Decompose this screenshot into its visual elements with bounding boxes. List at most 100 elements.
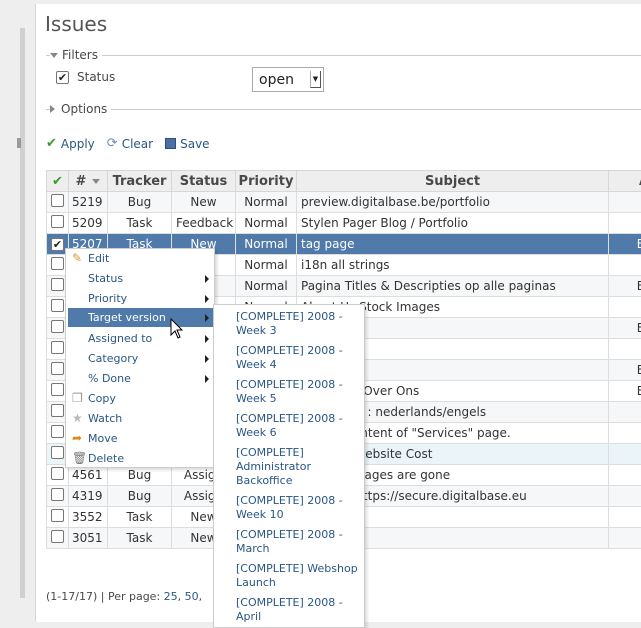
checkmark-icon: ✔ — [46, 136, 57, 151]
row-checkbox[interactable] — [46, 212, 69, 234]
table-row[interactable]: 5219 Bug New Normal preview.digitalbase.be/p… — [46, 191, 641, 213]
row-select-checkbox[interactable] — [51, 362, 64, 375]
column-header-status[interactable]: Status — [171, 170, 236, 192]
issue-id-link[interactable]: 5219 — [68, 191, 108, 213]
context-menu-category[interactable]: Category — [68, 349, 214, 368]
clear-link[interactable]: ⟳ Clear — [107, 136, 153, 151]
filter-status-row: ✔ Status — [56, 70, 115, 84]
row-select-checkbox[interactable] — [51, 488, 64, 501]
target-version-option[interactable]: [COMPLETE] 2008 - Week 10 — [236, 494, 362, 522]
row-checkbox[interactable] — [46, 485, 69, 507]
issue-subject-link[interactable]: Stylen Pager Blog / Portfolio — [296, 212, 609, 234]
table-header-row: ✔ # Tracker Status Priority Subject A — [46, 170, 641, 192]
row-checkbox[interactable] — [46, 527, 69, 549]
row-select-checkbox[interactable] — [51, 383, 64, 396]
issue-assignee: Bart — [608, 359, 641, 381]
context-menu-done-ratio-label: % Done — [88, 372, 131, 385]
submenu-arrow-icon — [205, 275, 209, 283]
filters-toggle[interactable]: Filters — [50, 48, 102, 62]
issue-subject-link[interactable]: i18n all strings — [296, 254, 609, 276]
per-page-25-link[interactable]: 25 — [164, 590, 178, 603]
context-menu: ✎ Edit Status Priority Target version As… — [65, 248, 215, 468]
row-select-checkbox[interactable] — [51, 425, 64, 438]
issue-subject-link[interactable]: tag page — [296, 233, 609, 255]
column-header-priority[interactable]: Priority — [235, 170, 297, 192]
target-version-option[interactable]: [COMPLETE] 2008 - March — [236, 528, 362, 556]
context-menu-priority-label: Priority — [88, 292, 128, 305]
column-header-subject[interactable]: Subject — [296, 170, 609, 192]
target-version-option[interactable]: [COMPLETE] 2008 - Week 4 — [236, 344, 362, 372]
context-menu-edit[interactable]: ✎ Edit — [68, 249, 214, 268]
pagination: (1-17/17) | Per page: 25, 50, — [46, 590, 202, 603]
pagination-separator: , — [177, 590, 185, 603]
target-version-option[interactable]: [COMPLETE] 2008 - Week 3 — [236, 310, 362, 338]
context-menu-target-version[interactable]: Target version — [68, 308, 214, 327]
column-header-id[interactable]: # — [68, 170, 108, 192]
trash-icon: 🗑 — [72, 451, 88, 465]
issue-assignee — [608, 296, 641, 318]
toggle-all-checkbox[interactable]: ✔ — [46, 170, 69, 192]
issue-subject-link[interactable]: preview.digitalbase.be/portfolio — [296, 191, 609, 213]
row-select-checkbox[interactable] — [51, 215, 64, 228]
target-version-option[interactable]: [COMPLETE] 2008 - April — [236, 596, 362, 624]
context-menu-done-ratio[interactable]: % Done — [68, 369, 214, 388]
row-select-checkbox[interactable] — [51, 299, 64, 312]
row-checkbox[interactable] — [46, 506, 69, 528]
context-menu-edit-label: Edit — [88, 252, 110, 265]
move-arrow-icon: ➦ — [72, 431, 83, 445]
context-menu-assigned-to[interactable]: Assigned to — [68, 329, 214, 348]
issue-priority: Normal — [235, 254, 297, 276]
row-select-checkbox[interactable] — [51, 530, 64, 543]
status-operator-value: open — [259, 71, 294, 88]
row-select-checkbox[interactable] — [51, 509, 64, 522]
sort-desc-icon — [92, 178, 101, 184]
context-menu-priority[interactable]: Priority — [68, 289, 214, 308]
issue-id-link[interactable]: 5209 — [68, 212, 108, 234]
context-menu-watch-label: Watch — [88, 412, 123, 425]
context-menu-watch[interactable]: ★ Watch — [68, 409, 214, 428]
row-select-checkbox[interactable] — [51, 404, 64, 417]
submenu-arrow-icon — [205, 295, 209, 303]
column-header-tracker[interactable]: Tracker — [107, 170, 172, 192]
submenu-arrow-icon — [205, 335, 209, 343]
issue-subject-link[interactable]: Pagina Titles & Descripties op alle pagi… — [296, 275, 609, 297]
target-version-option[interactable]: [COMPLETE] 2008 - Week 6 — [236, 412, 362, 440]
issue-assignee: C — [608, 527, 641, 549]
issue-assignee — [608, 191, 641, 213]
context-menu-move[interactable]: ➦ Move — [68, 429, 214, 448]
table-row[interactable]: 5209 Task Feedback Normal Stylen Pager Blog … — [46, 212, 641, 234]
context-menu-delete[interactable]: 🗑 Delete — [68, 449, 214, 468]
issue-priority: Normal — [235, 212, 297, 234]
row-select-checkbox[interactable] — [51, 278, 64, 291]
expand-down-icon — [50, 52, 58, 58]
apply-link[interactable]: ✔ Apply — [46, 136, 95, 151]
row-select-checkbox[interactable] — [51, 467, 64, 480]
row-select-checkbox[interactable]: ✔ — [51, 238, 64, 251]
sidebar-collapse-handle[interactable] — [17, 138, 21, 148]
row-select-checkbox[interactable] — [51, 446, 64, 459]
context-menu-delete-label: Delete — [88, 452, 125, 465]
issue-assignee: Bart — [608, 317, 641, 339]
issue-id-link[interactable]: 3552 — [68, 506, 108, 528]
column-header-assignee[interactable]: A — [608, 170, 641, 192]
context-menu-copy[interactable]: ❐ Copy — [68, 389, 214, 408]
per-page-50-link[interactable]: 50 — [185, 590, 199, 603]
row-select-checkbox[interactable] — [51, 257, 64, 270]
context-menu-status[interactable]: Status — [68, 269, 214, 288]
mouse-pointer-icon — [170, 318, 184, 339]
row-select-checkbox[interactable] — [51, 194, 64, 207]
status-filter-checkbox[interactable]: ✔ — [56, 70, 69, 84]
save-link[interactable]: Save — [165, 137, 210, 151]
target-version-option[interactable]: [COMPLETE] Webshop Launch — [236, 562, 362, 590]
row-select-checkbox[interactable] — [51, 320, 64, 333]
options-toggle[interactable]: Options — [50, 102, 112, 116]
target-version-option[interactable]: [COMPLETE] Administrator Backoffice — [236, 446, 362, 488]
sidebar-scroll-track[interactable] — [20, 28, 25, 598]
filters-fieldset: Filters — [46, 48, 641, 62]
target-version-option[interactable]: [COMPLETE] 2008 - Week 5 — [236, 378, 362, 406]
row-checkbox[interactable] — [46, 191, 69, 213]
status-operator-select[interactable]: open ▼ — [252, 67, 324, 92]
issue-id-link[interactable]: 3051 — [68, 527, 108, 549]
issue-id-link[interactable]: 4319 — [68, 485, 108, 507]
row-select-checkbox[interactable] — [51, 341, 64, 354]
